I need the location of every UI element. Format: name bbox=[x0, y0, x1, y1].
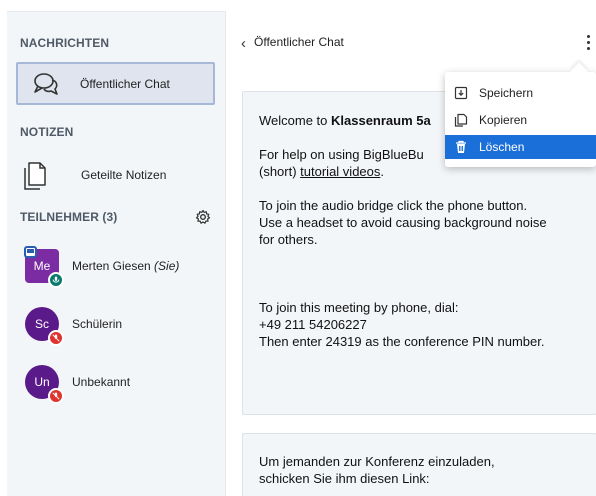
trash-icon bbox=[456, 140, 466, 153]
notes-icon bbox=[24, 162, 46, 190]
participants-section-title: TEILNEHMER (3) bbox=[20, 210, 118, 224]
chat-title[interactable]: Öffentlicher Chat bbox=[254, 35, 344, 49]
muted-mic-icon bbox=[48, 330, 64, 346]
self-suffix: (Sie) bbox=[154, 259, 180, 273]
public-chat-label: Öffentlicher Chat bbox=[80, 76, 170, 91]
avatar: Un bbox=[25, 365, 64, 404]
chat-bubbles-icon bbox=[34, 72, 58, 95]
presenter-icon bbox=[24, 246, 37, 258]
muted-mic-icon bbox=[48, 388, 64, 404]
avatar: Sc bbox=[25, 307, 64, 346]
avatar: Me bbox=[24, 246, 64, 288]
participant-name: Schülerin bbox=[72, 317, 123, 331]
save-menu-item[interactable]: Speichern bbox=[445, 81, 596, 105]
more-options-icon[interactable] bbox=[585, 35, 591, 51]
notes-section-title: NOTIZEN bbox=[20, 125, 74, 139]
save-icon bbox=[454, 86, 468, 100]
chevron-left-icon[interactable]: ‹ bbox=[241, 35, 246, 52]
chat-options-menu: Speichern Kopieren Löschen bbox=[445, 72, 596, 167]
public-chat-item[interactable]: Öffentlicher Chat bbox=[16, 62, 215, 105]
copy-label: Kopieren bbox=[479, 113, 528, 127]
voice-icon bbox=[48, 272, 64, 288]
delete-label: Löschen bbox=[479, 140, 525, 154]
delete-menu-item[interactable]: Löschen bbox=[445, 135, 596, 159]
participant-item[interactable]: Sc Schülerin bbox=[25, 304, 220, 346]
shared-notes-label: Geteilte Notizen bbox=[81, 168, 167, 182]
avatar-initials: Sc bbox=[34, 317, 49, 331]
participant-name: Merten Giesen (Sie) bbox=[72, 259, 180, 273]
avatar-initials: Me bbox=[33, 259, 51, 273]
copy-menu-item[interactable]: Kopieren bbox=[445, 108, 596, 132]
participant-name: Unbekannt bbox=[72, 375, 131, 389]
participant-item[interactable]: Me Merten Giesen (Sie) bbox=[24, 246, 220, 288]
tutorial-videos-link[interactable]: tutorial videos bbox=[300, 164, 380, 179]
save-label: Speichern bbox=[479, 86, 534, 100]
invite-message: Um jemanden zur Konferenz einzuladen, sc… bbox=[242, 433, 596, 496]
participant-item[interactable]: Un Unbekannt bbox=[25, 362, 220, 404]
avatar-initials: Un bbox=[34, 375, 50, 389]
gear-icon[interactable] bbox=[195, 209, 211, 225]
copy-icon bbox=[454, 113, 468, 127]
user-list-sidebar: NACHRICHTEN Öffentlicher Chat NOTIZEN Ge… bbox=[7, 11, 225, 496]
messages-section-title: NACHRICHTEN bbox=[20, 36, 110, 50]
shared-notes-item[interactable]: Geteilte Notizen bbox=[16, 156, 215, 194]
chat-header: ‹ Öffentlicher Chat bbox=[226, 11, 596, 71]
